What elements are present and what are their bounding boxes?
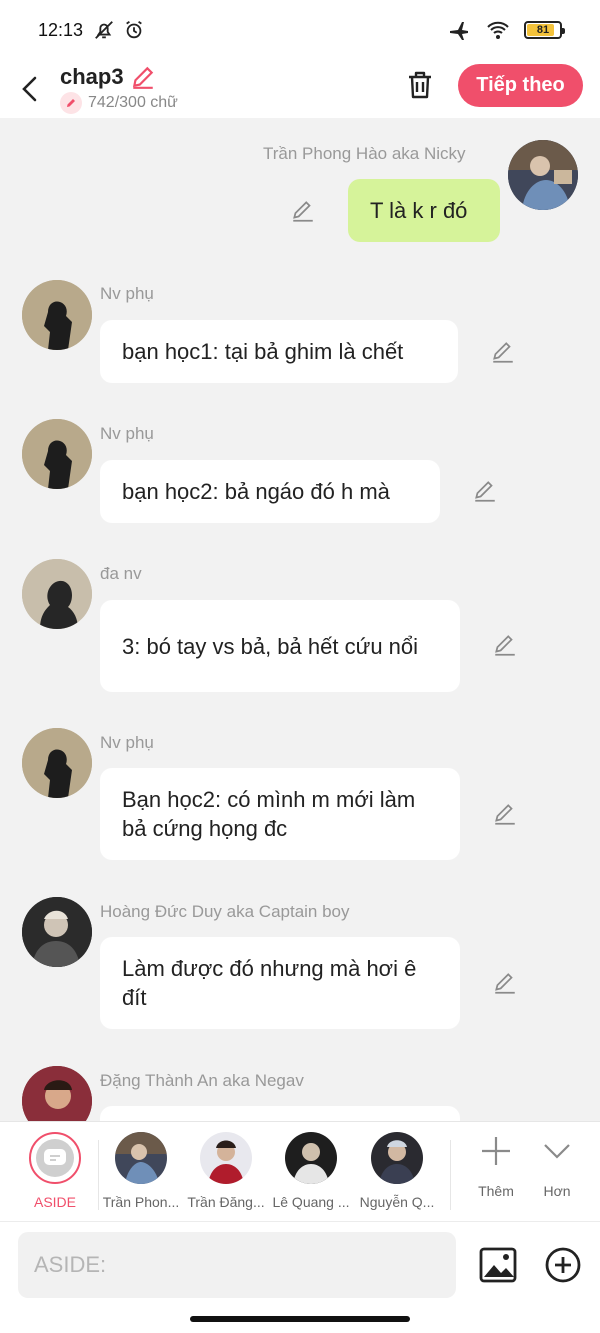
sender-name: Nv phụ [100,284,154,303]
edit-message-icon[interactable] [492,970,518,996]
divider [450,1140,451,1210]
delete-button[interactable] [403,68,437,102]
avatar[interactable] [22,1066,92,1121]
message-bubble[interactable] [100,1106,460,1121]
more-label: Thêm [478,1183,514,1199]
avatar [285,1132,337,1184]
chevron-down-icon [544,1144,570,1159]
sender-name: đa nv [100,564,142,583]
edit-message-icon[interactable] [492,632,518,658]
avatar [371,1132,423,1184]
character-name: Trần Đăng... [187,1194,265,1210]
plus-icon [482,1137,510,1165]
avatar[interactable] [22,559,92,629]
edit-title-icon[interactable] [130,64,156,90]
sender-name: Đặng Thành An aka Negav [100,1071,304,1090]
sender-name: Nv phụ [100,424,154,443]
message-bubble[interactable]: T là k r đó [348,179,500,242]
word-count: 742/300 chữ [88,94,178,111]
message-bubble[interactable]: Bạn học2: có mình m mới làm bả cứng họng… [100,768,460,860]
character-name: Lê Quang ... [272,1194,350,1210]
alarm-icon [126,20,142,39]
collapse-button[interactable]: Hơn [527,1134,587,1199]
avatar[interactable] [22,280,92,350]
edit-message-icon[interactable] [290,198,316,224]
aside-option[interactable]: ASIDE [12,1132,98,1210]
chapter-title: chap3 [60,64,124,89]
character-name: Nguyễn Q... [359,1194,435,1210]
battery-icon: 81 [524,21,565,39]
add-circle-icon[interactable] [544,1246,582,1284]
avatar [115,1132,167,1184]
character-option[interactable]: Trần Đăng... [183,1132,269,1210]
message-bubble[interactable]: bạn học1: tại bả ghim là chết [100,320,458,383]
message-input[interactable] [18,1232,456,1298]
home-indicator [190,1316,410,1322]
character-name: Trần Phon... [102,1194,180,1210]
avatar[interactable] [22,897,92,967]
chevron-left-icon [22,76,37,102]
aside-label: ASIDE [33,1194,76,1210]
more-characters-button[interactable]: Thêm [466,1134,526,1199]
character-option[interactable]: Nguyễn Q... [354,1132,440,1210]
sender-name: Trần Phong Hào aka Nicky [263,144,466,163]
avatar[interactable] [508,140,578,210]
character-option[interactable]: Trần Phon... [98,1132,184,1210]
message-bubble[interactable]: 3: bó tay vs bả, bả hết cứu nổi [100,600,460,692]
sender-name: Nv phụ [100,733,154,752]
avatar[interactable] [22,419,92,489]
status-bar: 12:13 81 [0,0,600,60]
character-option[interactable]: Lê Quang ... [268,1132,354,1210]
chat-area[interactable]: Trần Phong Hào aka Nicky T là k r đó Nv … [0,118,600,1121]
chat-bubble-icon [44,1149,66,1165]
edit-message-icon[interactable] [490,339,516,365]
edit-message-icon[interactable] [472,478,498,504]
next-button[interactable]: Tiếp theo [458,64,583,107]
edit-message-icon[interactable] [492,801,518,827]
less-label: Hơn [543,1183,571,1199]
message-bubble[interactable]: Làm được đó nhưng mà hơi ê đít [100,937,460,1029]
mute-bell-icon [95,21,113,39]
pencil-icon [60,92,82,114]
status-time: 12:13 [38,19,84,40]
message-bubble[interactable]: bạn học2: bả ngáo đó h mà [100,460,440,523]
wifi-icon [487,21,509,39]
airplane-icon [450,22,468,40]
avatar [200,1132,252,1184]
character-picker: ASIDE Trần Phon... Trần Đăng... Lê Quang… [0,1121,600,1221]
back-button[interactable] [0,60,60,118]
avatar[interactable] [22,728,92,798]
battery-level: 81 [536,24,550,36]
image-icon[interactable] [479,1246,517,1284]
trash-icon [409,71,431,99]
top-app-bar: chap3 742/300 chữ Tiếp theo [0,60,600,118]
sender-name: Hoàng Đức Duy aka Captain boy [100,902,350,921]
